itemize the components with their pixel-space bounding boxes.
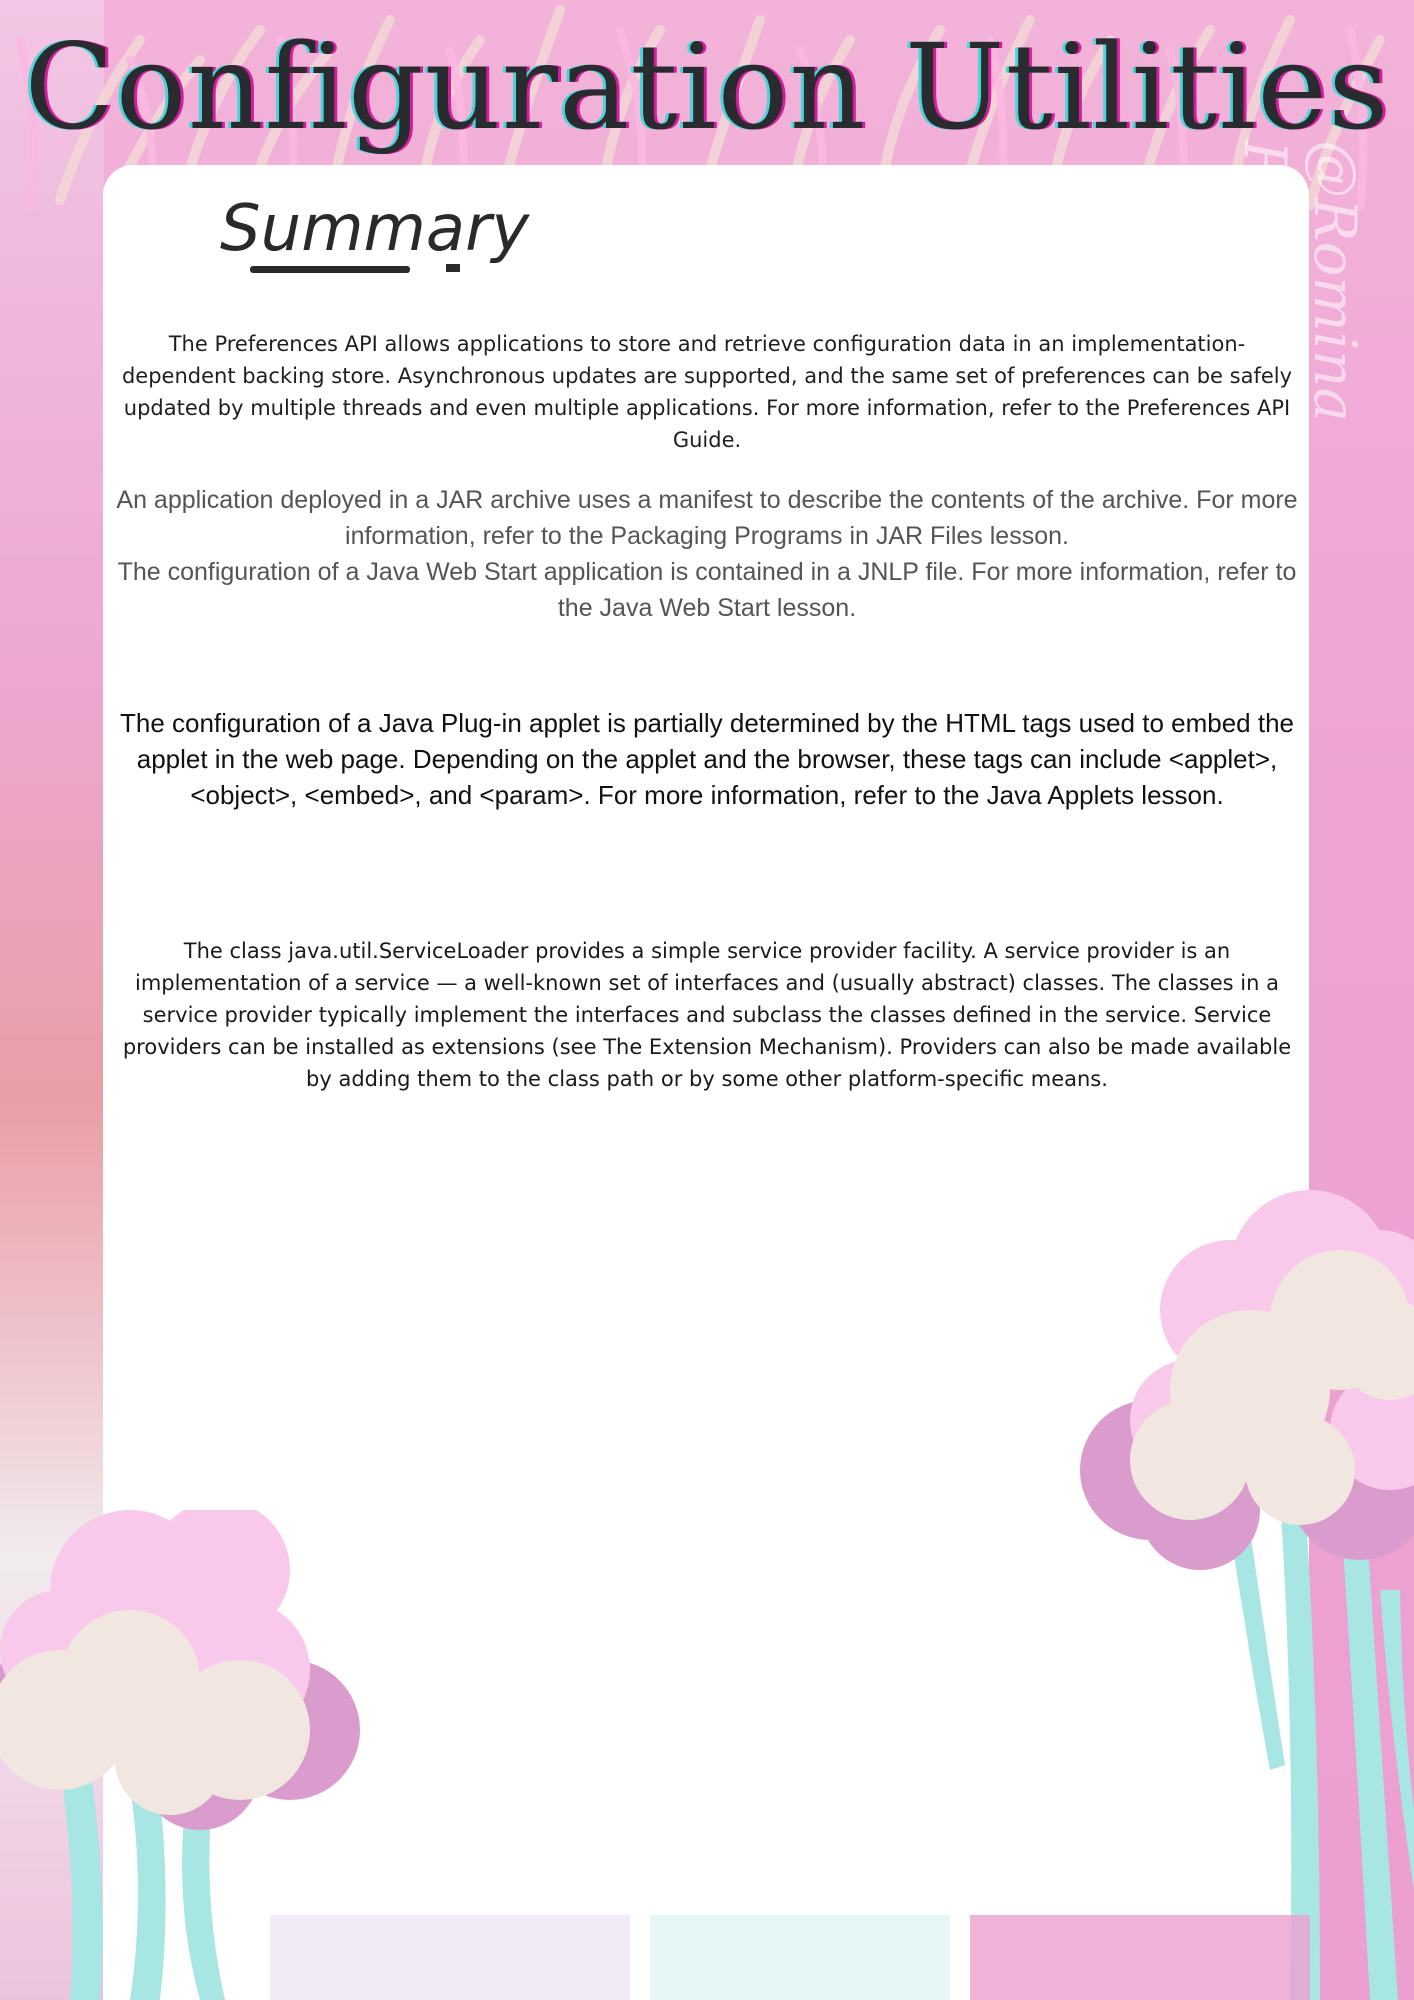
page-title: Configuration Utilities [24, 18, 1390, 156]
right-tree-illustration [1080, 1190, 1414, 2000]
jar-manifest-paragraph: An application deployed in a JAR archive… [116, 486, 1298, 550]
preferences-paragraph: The Preferences API allows applications … [121, 332, 1293, 452]
applet-paragraph: The configuration of a Java Plug-in appl… [119, 708, 1295, 810]
web-start-paragraph: The configuration of a Java Web Start ap… [117, 558, 1297, 622]
service-loader-paragraph: The class java.util.ServiceLoader provid… [122, 939, 1292, 1091]
deployment-section: An application deployed in a JAR archive… [115, 482, 1299, 626]
summary-underline [250, 266, 410, 273]
author-watermark: @Romina Rodolo [1231, 140, 1369, 423]
ground-decoration [270, 1915, 1310, 2000]
summary-underline-dot [446, 264, 460, 272]
